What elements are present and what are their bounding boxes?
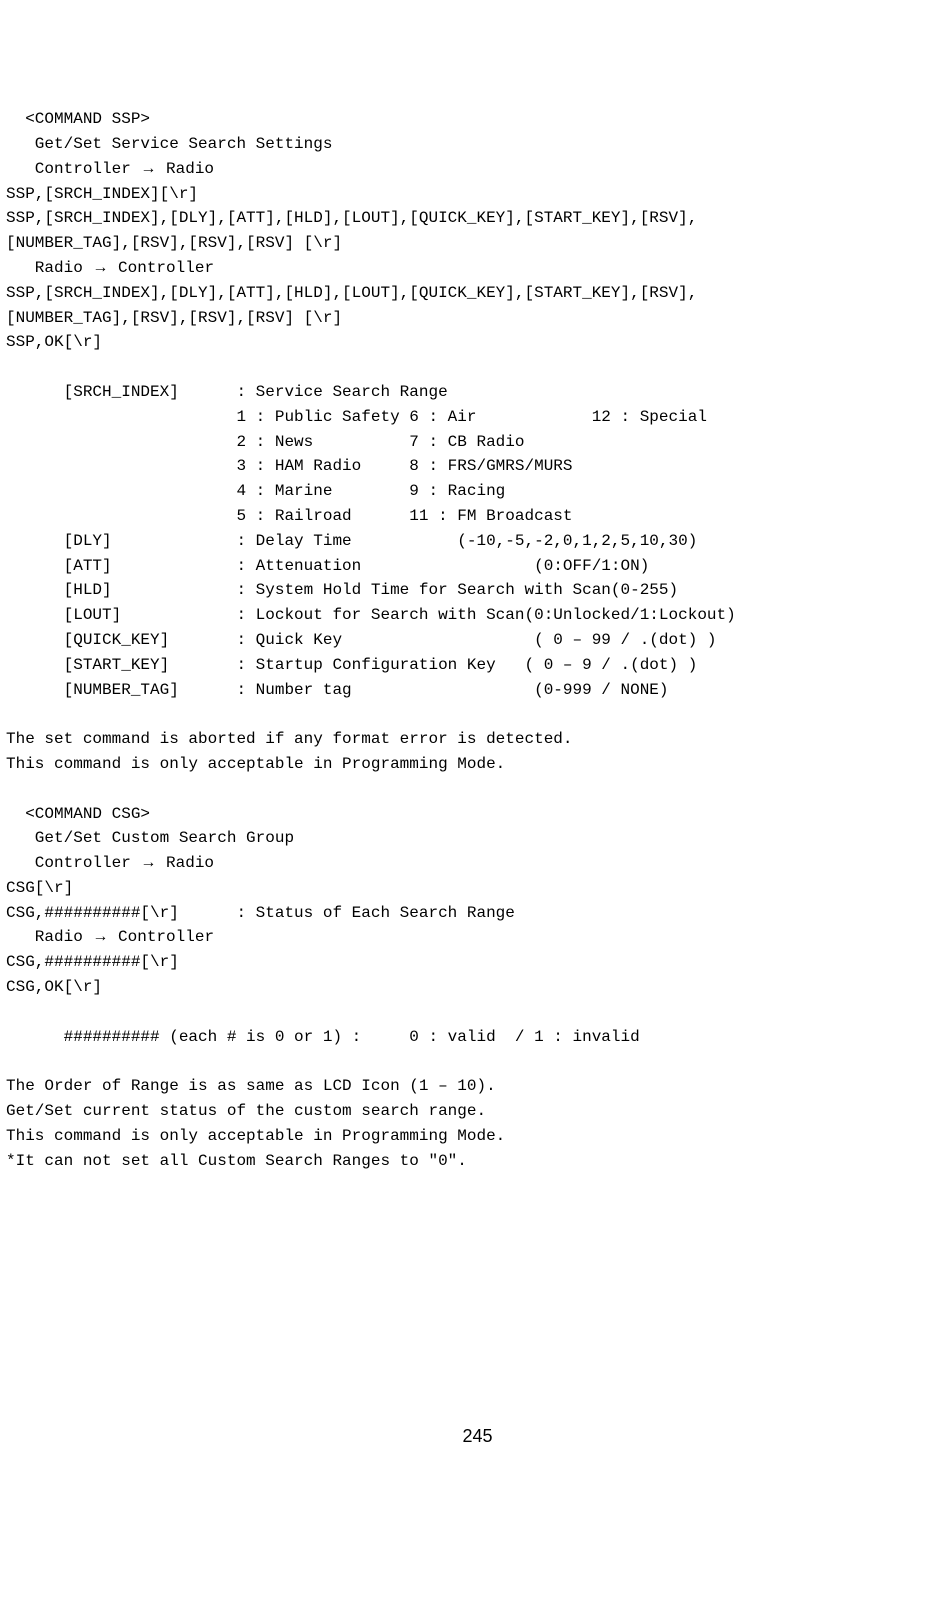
ssp-command-header: <COMMAND SSP> bbox=[6, 110, 150, 128]
csg-note: Get/Set current status of the custom sea… bbox=[6, 1102, 486, 1120]
arrow-icon: → bbox=[140, 854, 156, 871]
param-lout: [LOUT] : Lockout for Search with Scan(0:… bbox=[6, 606, 736, 624]
ssp-response-line-1: SSP,[SRCH_INDEX],[DLY],[ATT],[HLD],[LOUT… bbox=[6, 284, 697, 302]
arrow-icon: → bbox=[140, 160, 156, 177]
param-number-tag: [NUMBER_TAG] : Number tag (0-999 / NONE) bbox=[6, 681, 669, 699]
param-hld: [HLD] : System Hold Time for Search with… bbox=[6, 581, 678, 599]
ssp-command-title: Get/Set Service Search Settings bbox=[6, 135, 332, 153]
param-srch-index: [SRCH_INDEX] : Service Search Range bbox=[6, 383, 448, 401]
csg-direction-controller-radio: Controller → Radio bbox=[6, 854, 214, 872]
param-range-row: 3 : HAM Radio 8 : FRS/GMRS/MURS bbox=[6, 457, 573, 475]
param-range-row: 4 : Marine 9 : Racing bbox=[6, 482, 505, 500]
csg-note: *It can not set all Custom Search Ranges… bbox=[6, 1152, 467, 1170]
csg-command-title: Get/Set Custom Search Group bbox=[6, 829, 294, 847]
arrow-icon: → bbox=[92, 259, 108, 276]
param-quick-key: [QUICK_KEY] : Quick Key ( 0 – 99 / .(dot… bbox=[6, 631, 717, 649]
csg-direction-radio-controller: Radio → Controller bbox=[6, 928, 214, 946]
csg-hash-note: ########## (each # is 0 or 1) : 0 : vali… bbox=[6, 1028, 640, 1046]
csg-response-line-2: CSG,OK[\r] bbox=[6, 978, 102, 996]
param-range-row: 5 : Railroad 11 : FM Broadcast bbox=[6, 507, 573, 525]
ssp-response-line-2: [NUMBER_TAG],[RSV],[RSV],[RSV] [\r] bbox=[6, 309, 342, 327]
csg-response-line-1: CSG,##########[\r] bbox=[6, 953, 179, 971]
param-start-key: [START_KEY] : Startup Configuration Key … bbox=[6, 656, 697, 674]
ssp-note: This command is only acceptable in Progr… bbox=[6, 755, 505, 773]
page-number: 245 bbox=[6, 1423, 943, 1451]
csg-request-line-1: CSG[\r] bbox=[6, 879, 73, 897]
ssp-note: The set command is aborted if any format… bbox=[6, 730, 573, 748]
param-range-row: 1 : Public Safety 6 : Air 12 : Special bbox=[6, 408, 707, 426]
ssp-request-line-1: SSP,[SRCH_INDEX][\r] bbox=[6, 185, 198, 203]
csg-request-line-2: CSG,##########[\r] : Status of Each Sear… bbox=[6, 904, 515, 922]
param-range-row: 2 : News 7 : CB Radio bbox=[6, 433, 524, 451]
arrow-icon: → bbox=[92, 928, 108, 945]
ssp-request-line-2: SSP,[SRCH_INDEX],[DLY],[ATT],[HLD],[LOUT… bbox=[6, 209, 697, 227]
csg-command-header: <COMMAND CSG> bbox=[6, 805, 150, 823]
param-att: [ATT] : Attenuation (0:OFF/1:ON) bbox=[6, 557, 649, 575]
ssp-direction-controller-radio: Controller → Radio bbox=[6, 160, 214, 178]
csg-note: The Order of Range is as same as LCD Ico… bbox=[6, 1077, 496, 1095]
ssp-direction-radio-controller: Radio → Controller bbox=[6, 259, 214, 277]
param-dly: [DLY] : Delay Time (-10,-5,-2,0,1,2,5,10… bbox=[6, 532, 697, 550]
csg-note: This command is only acceptable in Progr… bbox=[6, 1127, 505, 1145]
ssp-request-line-3: [NUMBER_TAG],[RSV],[RSV],[RSV] [\r] bbox=[6, 234, 342, 252]
ssp-response-line-3: SSP,OK[\r] bbox=[6, 333, 102, 351]
